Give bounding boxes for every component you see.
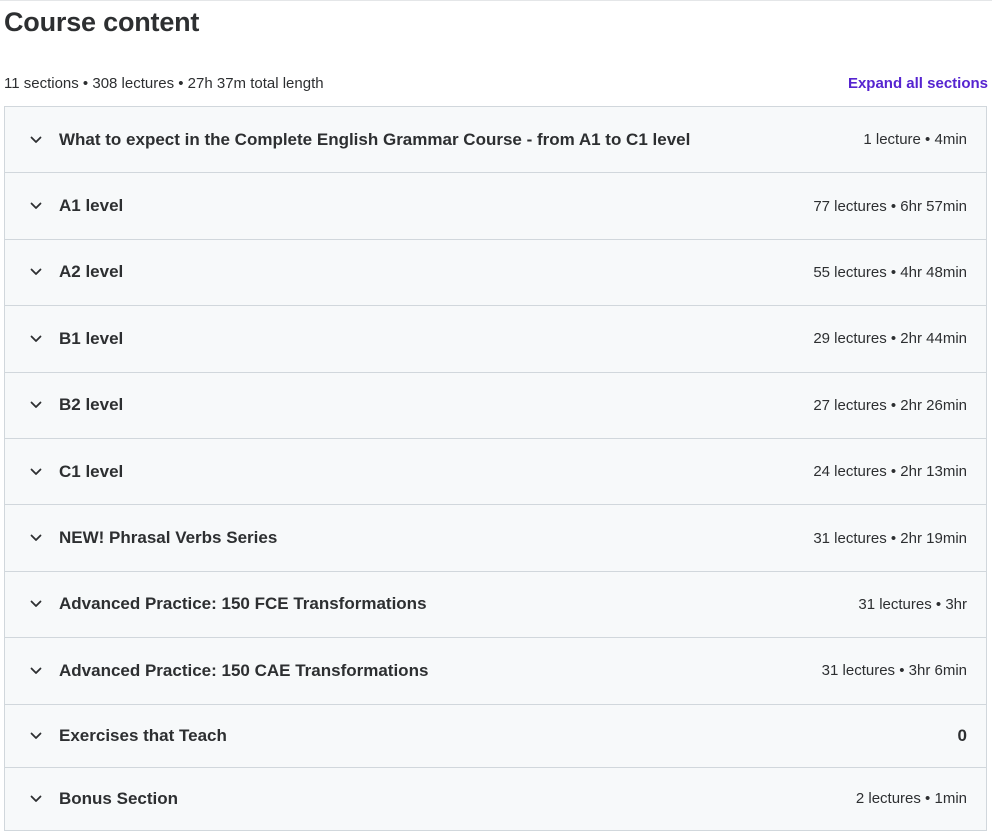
section-title: B2 level [59,395,124,415]
section-header-left: NEW! Phrasal Verbs Series [27,528,277,548]
section-header-left: Advanced Practice: 150 FCE Transformatio… [27,594,427,614]
section-list: What to expect in the Complete English G… [4,106,987,831]
page-title: Course content [4,7,200,37]
section-title: A1 level [59,196,124,216]
section-header[interactable]: C1 level 24 lectures • 2hr 13min [5,438,986,506]
section-title: B1 level [59,328,124,348]
course-content-panel: Course content 11 sections • 308 lecture… [0,0,992,835]
section-header[interactable]: Advanced Practice: 150 CAE Transformatio… [5,638,986,705]
section-title: C1 level [59,461,124,481]
section-header[interactable]: B2 level 27 lectures • 2hr 26min [5,372,986,439]
section-title: Advanced Practice: 150 FCE Transformatio… [59,594,427,614]
section-meta: 31 lectures • 3hr 6min [821,662,967,680]
chevron-down-icon [27,662,45,680]
section-meta: 2 lectures • 1min [855,790,967,808]
section-header[interactable]: B1 level 29 lectures • 2hr 44min [5,306,986,373]
section-header-left: A2 level [27,262,123,282]
chevron-down-icon [27,529,45,547]
chevron-down-icon [27,463,45,481]
section-header-left: Advanced Practice: 150 CAE Transformatio… [27,661,428,681]
section-meta: 31 lectures • 2hr 19min [813,529,967,547]
expand-all-sections-button[interactable]: Expand all sections [848,75,988,92]
section-header-left: What to expect in the Complete English G… [27,130,690,150]
section-header-left: A1 level [27,196,123,216]
section-header-left: B2 level [27,395,123,415]
section-header[interactable]: Bonus Section 2 lectures • 1min [5,767,986,831]
chevron-down-icon [27,131,45,149]
chevron-down-icon [27,727,45,745]
section-header[interactable]: NEW! Phrasal Verbs Series 31 lectures • … [5,505,986,572]
section-title: A2 level [59,262,124,282]
section-header[interactable]: What to expect in the Complete English G… [5,107,986,174]
section-meta: 77 lectures • 6hr 57min [813,197,967,215]
section-header[interactable]: A1 level 77 lectures • 6hr 57min [5,173,986,240]
section-header[interactable]: Advanced Practice: 150 FCE Transformatio… [5,571,986,639]
chevron-down-icon [27,263,45,281]
section-header-left: C1 level [27,462,123,482]
section-title: Exercises that Teach [59,725,227,745]
chevron-down-icon [27,330,45,348]
chevron-down-icon [27,197,45,215]
section-title: Advanced Practice: 150 CAE Transformatio… [59,660,429,680]
section-title: NEW! Phrasal Verbs Series [59,528,278,548]
section-meta: 24 lectures • 2hr 13min [813,463,967,481]
section-header[interactable]: A2 level 55 lectures • 4hr 48min [5,239,986,307]
section-meta: 27 lectures • 2hr 26min [813,396,967,414]
chevron-down-icon [27,396,45,414]
section-header-left: Exercises that Teach [27,726,227,746]
section-meta: 55 lectures • 4hr 48min [813,263,967,281]
chevron-down-icon [27,790,45,808]
section-title: What to expect in the Complete English G… [59,129,691,149]
course-summary-row: 11 sections • 308 lectures • 27h 37m tot… [4,73,988,93]
section-header-left: Bonus Section [27,789,178,809]
section-meta: 1 lecture • 4min [863,131,967,149]
course-summary: 11 sections • 308 lectures • 27h 37m tot… [4,74,324,92]
section-meta: 31 lectures • 3hr [858,595,967,613]
chevron-down-icon [27,595,45,613]
section-header-left: B1 level [27,329,123,349]
section-title: Bonus Section [59,788,179,808]
section-meta: 0 [957,725,967,745]
section-meta: 29 lectures • 2hr 44min [813,330,967,348]
section-header[interactable]: Exercises that Teach 0 [5,704,986,768]
